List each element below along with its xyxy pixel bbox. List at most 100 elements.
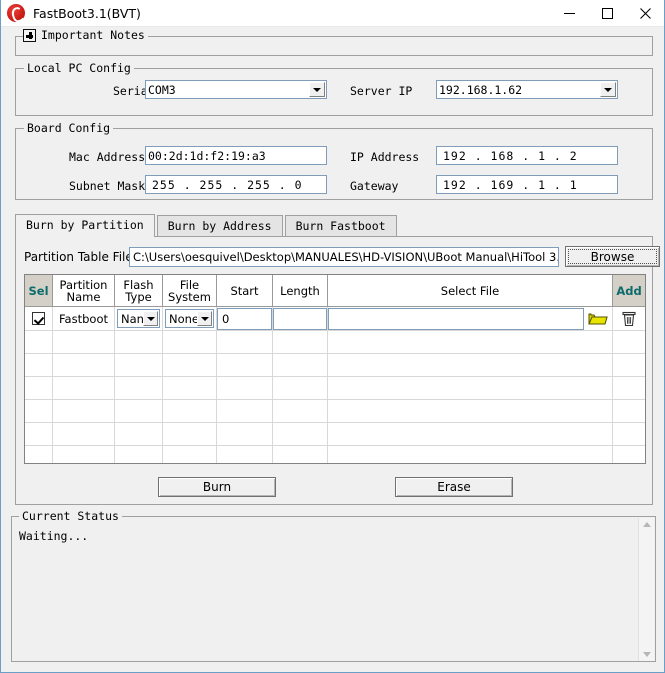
grid-empty-cell[interactable] [273, 446, 328, 463]
grid-empty-cell[interactable] [273, 400, 328, 423]
grid-empty-cell[interactable] [115, 331, 163, 354]
table-row-empty[interactable] [25, 354, 645, 377]
tab-burn-by-address[interactable]: Burn by Address [156, 215, 283, 237]
grid-header-start[interactable]: Start [217, 275, 273, 307]
table-row-empty[interactable] [25, 377, 645, 400]
row-flash-type[interactable]: Nand [115, 307, 163, 331]
row-select-file[interactable] [328, 307, 613, 331]
row-length[interactable] [273, 307, 328, 331]
chevron-down-icon[interactable] [143, 311, 158, 326]
scroll-up-icon[interactable] [642, 522, 651, 527]
mac-address-field[interactable]: 00:2d:1d:f2:19:a3 [145, 146, 327, 165]
grid-empty-cell[interactable] [273, 423, 328, 446]
grid-empty-cell[interactable] [53, 331, 115, 354]
row-select-cell[interactable] [25, 307, 53, 331]
grid-empty-cell[interactable] [163, 331, 217, 354]
grid-empty-cell[interactable] [53, 400, 115, 423]
tab-burn-by-partition[interactable]: Burn by Partition [15, 214, 155, 237]
grid-empty-cell[interactable] [217, 377, 273, 400]
grid-empty-cell[interactable] [613, 400, 645, 423]
grid-empty-cell[interactable] [115, 354, 163, 377]
grid-empty-cell[interactable] [328, 354, 613, 377]
grid-empty-cell[interactable] [25, 377, 53, 400]
grid-empty-cell[interactable] [115, 377, 163, 400]
subnet-mask-field[interactable]: 255 . 255 . 255 . 0 [145, 175, 327, 194]
grid-header-partition-name[interactable]: Partition Name [53, 275, 115, 307]
close-icon[interactable] [626, 0, 664, 27]
grid-empty-cell[interactable] [53, 423, 115, 446]
important-notes-legend[interactable]: Important Notes [23, 28, 148, 42]
grid-empty-cell[interactable] [163, 377, 217, 400]
status-scrollbar[interactable] [638, 518, 654, 661]
browse-button[interactable]: Browse [565, 246, 660, 267]
ip-address-field[interactable]: 192 . 168 . 1 . 2 [436, 146, 618, 165]
grid-empty-cell[interactable] [25, 331, 53, 354]
grid-empty-cell[interactable] [613, 377, 645, 400]
flash-type-select[interactable]: Nand [117, 309, 160, 328]
chevron-down-icon[interactable] [197, 311, 212, 326]
length-input[interactable] [273, 307, 327, 330]
grid-empty-cell[interactable] [25, 354, 53, 377]
grid-empty-cell[interactable] [115, 423, 163, 446]
table-row-empty[interactable] [25, 423, 645, 446]
gateway-field[interactable]: 192 . 169 . 1 . 1 [436, 175, 618, 194]
grid-empty-cell[interactable] [217, 400, 273, 423]
tab-burn-fastboot[interactable]: Burn Fastboot [284, 215, 397, 237]
grid-empty-cell[interactable] [613, 446, 645, 463]
row-partition-name[interactable]: Fastboot [53, 307, 115, 331]
grid-empty-cell[interactable] [328, 331, 613, 354]
grid-empty-cell[interactable] [328, 446, 613, 463]
row-file-system[interactable]: None [163, 307, 217, 331]
select-file-input[interactable] [328, 307, 584, 330]
grid-header-file-system[interactable]: File System [163, 275, 217, 307]
grid-empty-cell[interactable] [163, 446, 217, 463]
burn-button[interactable]: Burn [158, 477, 276, 497]
grid-empty-cell[interactable] [273, 354, 328, 377]
grid-header-sel[interactable]: Sel [25, 275, 53, 307]
grid-empty-cell[interactable] [163, 400, 217, 423]
table-row[interactable]: Fastboot Nand None 0 [25, 307, 645, 331]
grid-empty-cell[interactable] [273, 377, 328, 400]
open-folder-icon[interactable] [584, 307, 612, 330]
row-delete-cell[interactable] [613, 307, 645, 331]
grid-empty-cell[interactable] [25, 423, 53, 446]
scroll-down-icon[interactable] [642, 652, 651, 657]
grid-empty-cell[interactable] [217, 354, 273, 377]
grid-empty-cell[interactable] [217, 446, 273, 463]
table-row-empty[interactable] [25, 400, 645, 423]
serial-port-select[interactable]: COM3 [145, 80, 327, 99]
grid-empty-cell[interactable] [163, 354, 217, 377]
grid-empty-cell[interactable] [25, 446, 53, 463]
partition-grid[interactable]: Sel Partition Name Flash Type File Syste… [24, 274, 646, 464]
grid-empty-cell[interactable] [328, 377, 613, 400]
chevron-down-icon[interactable] [600, 82, 616, 97]
row-checkbox[interactable] [32, 312, 45, 325]
file-system-select[interactable]: None [165, 309, 214, 328]
grid-empty-cell[interactable] [613, 354, 645, 377]
grid-empty-cell[interactable] [115, 400, 163, 423]
chevron-down-icon[interactable] [309, 82, 325, 97]
table-row-empty[interactable] [25, 331, 645, 354]
grid-empty-cell[interactable] [217, 423, 273, 446]
erase-button[interactable]: Erase [395, 477, 513, 497]
grid-header-select-file[interactable]: Select File [328, 275, 613, 307]
grid-empty-cell[interactable] [613, 331, 645, 354]
grid-empty-cell[interactable] [217, 331, 273, 354]
start-input[interactable]: 0 [217, 307, 272, 330]
grid-empty-cell[interactable] [53, 377, 115, 400]
minimize-icon[interactable] [550, 0, 588, 27]
grid-empty-cell[interactable] [328, 400, 613, 423]
grid-empty-cell[interactable] [53, 446, 115, 463]
grid-empty-cell[interactable] [25, 400, 53, 423]
trash-icon[interactable] [613, 307, 645, 330]
grid-empty-cell[interactable] [115, 446, 163, 463]
grid-header-length[interactable]: Length [273, 275, 328, 307]
grid-empty-cell[interactable] [613, 423, 645, 446]
row-start[interactable]: 0 [217, 307, 273, 331]
grid-header-flash-type[interactable]: Flash Type [115, 275, 163, 307]
grid-empty-cell[interactable] [328, 423, 613, 446]
grid-header-add[interactable]: Add [613, 275, 645, 307]
table-row-empty[interactable] [25, 446, 645, 463]
expand-plus-icon[interactable] [23, 28, 36, 42]
grid-empty-cell[interactable] [53, 354, 115, 377]
